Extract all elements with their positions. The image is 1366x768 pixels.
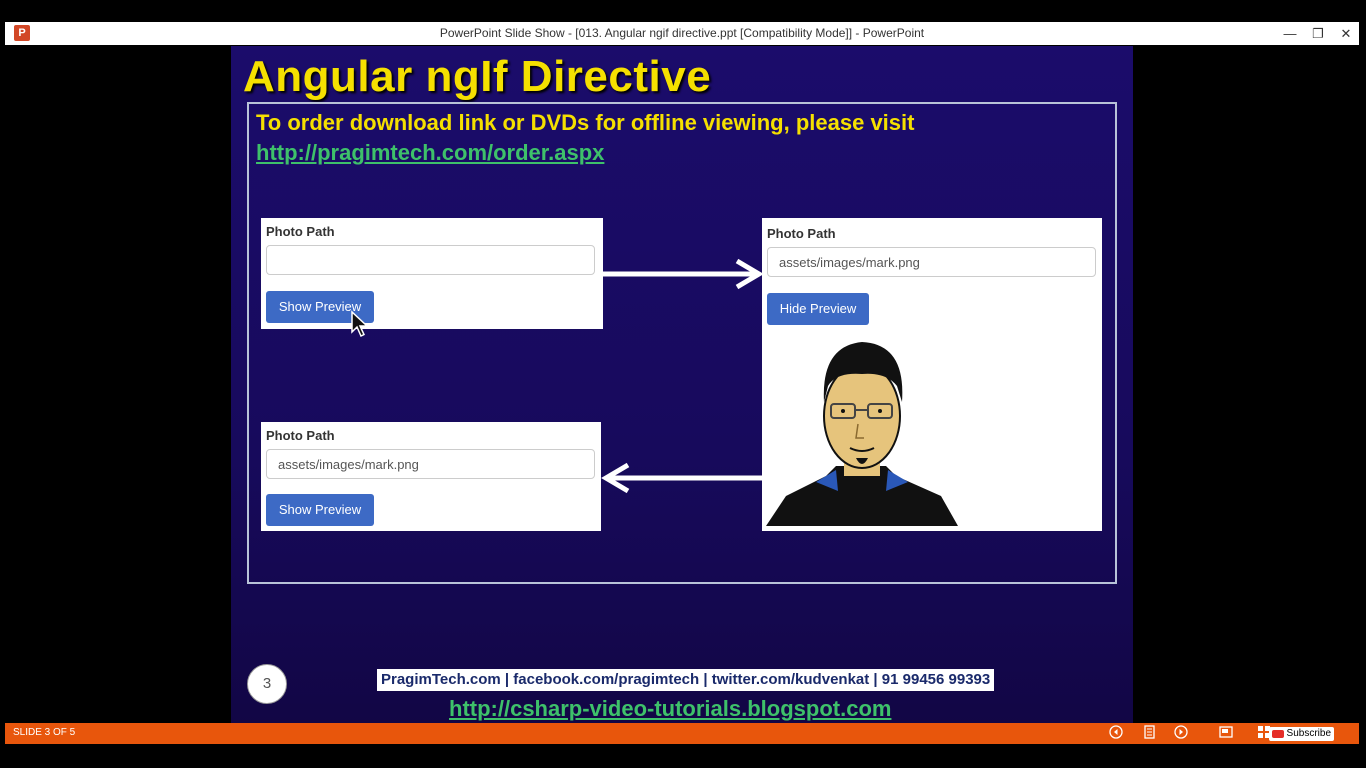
photo-panel-hidden: Photo Path assets/images/mark.png Show P… (261, 422, 601, 531)
footer-blog-link[interactable]: http://csharp-video-tutorials.blogspot.c… (449, 696, 891, 722)
order-link[interactable]: http://pragimtech.com/order.aspx (256, 140, 604, 166)
photo-path-input[interactable]: assets/images/mark.png (767, 247, 1096, 277)
restore-button[interactable]: ❐ (1308, 24, 1328, 43)
show-preview-button[interactable]: Show Preview (266, 494, 374, 526)
photo-path-label: Photo Path (266, 428, 335, 443)
photo-panel-initial: Photo Path Show Preview (261, 218, 603, 338)
slideshow-statusbar: SLIDE 3 OF 5 Subscribe (5, 723, 1359, 744)
avatar-preview-image (766, 342, 958, 526)
hide-preview-button[interactable]: Hide Preview (767, 293, 869, 325)
order-text: To order download link or DVDs for offli… (256, 110, 915, 135)
slide-count: SLIDE 3 OF 5 (13, 727, 76, 738)
slide-title: Angular ngIf Directive (243, 52, 712, 101)
subscribe-button[interactable]: Subscribe (1268, 727, 1334, 741)
subscribe-label: Subscribe (1286, 728, 1331, 739)
close-button[interactable]: ✕ (1336, 24, 1356, 43)
minimize-button[interactable]: — (1280, 24, 1300, 43)
youtube-icon (1271, 730, 1284, 738)
window-title: PowerPoint Slide Show - [013. Angular ng… (439, 26, 925, 40)
slide-canvas: Angular ngIf Directive To order download… (231, 46, 1133, 723)
arrow-right-icon (603, 258, 764, 290)
slide-page-number: 3 (247, 664, 287, 704)
window-titlebar: P PowerPoint Slide Show - [013. Angular … (5, 22, 1359, 45)
previous-slide-icon[interactable] (1107, 725, 1125, 742)
photo-path-label: Photo Path (266, 224, 335, 239)
photo-panel-preview: Photo Path assets/images/mark.png Hide P… (762, 218, 1102, 531)
footer-contact-text: PragimTech.com | facebook.com/pragimtech… (377, 669, 995, 691)
arrow-left-icon (601, 462, 763, 494)
notes-icon[interactable] (1140, 725, 1158, 742)
photo-path-label: Photo Path (767, 226, 836, 241)
photo-path-input[interactable]: assets/images/mark.png (266, 449, 595, 479)
photo-path-input[interactable] (266, 245, 595, 275)
normal-view-icon[interactable] (1217, 725, 1235, 742)
mouse-cursor-icon (351, 310, 369, 338)
next-slide-icon[interactable] (1172, 725, 1190, 742)
